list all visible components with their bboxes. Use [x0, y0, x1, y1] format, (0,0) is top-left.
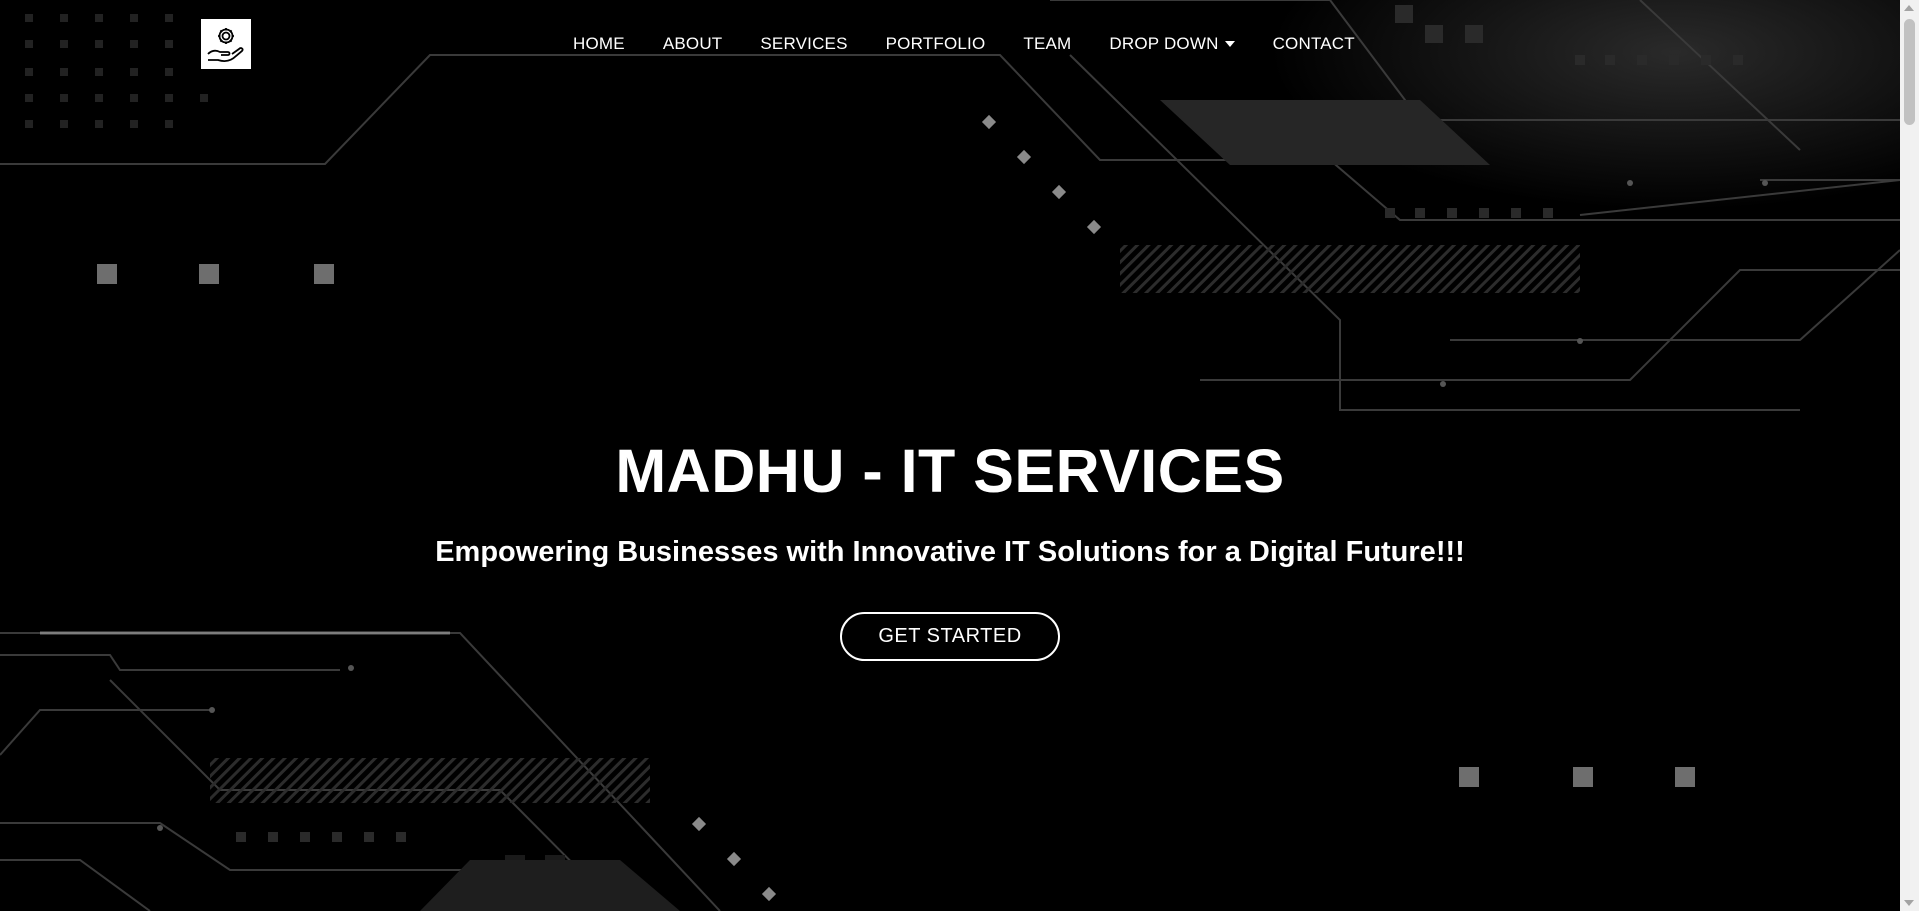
nav-services[interactable]: SERVICES — [760, 34, 847, 54]
scroll-down-arrow-icon[interactable] — [1904, 900, 1914, 906]
get-started-button[interactable]: GET STARTED — [840, 611, 1060, 661]
chevron-down-icon — [1224, 41, 1235, 47]
nav-about-label: ABOUT — [662, 34, 723, 53]
nav-portfolio[interactable]: PORTFOLIO — [886, 34, 986, 54]
gear-in-hand-icon — [207, 28, 244, 63]
hero-subtitle: Empowering Businesses with Innovative IT… — [435, 536, 1465, 569]
cta-wrapper: GET STARTED — [0, 611, 1900, 661]
page: HOME ABOUT SERVICES PORTFOLIO TEAM DROP … — [0, 0, 1919, 911]
nav-contact[interactable]: CONTACT — [1273, 34, 1355, 54]
vertical-scrollbar[interactable] — [1900, 0, 1919, 911]
hero-title: MADHU - IT SERVICES — [615, 437, 1285, 505]
nav-dropdown[interactable]: DROP DOWN — [1109, 34, 1235, 54]
hero-section: MADHU - IT SERVICES Empowering Businesse… — [0, 437, 1900, 661]
nav-portfolio-label: PORTFOLIO — [885, 34, 986, 53]
scrollbar-thumb[interactable] — [1904, 19, 1915, 125]
nav-home[interactable]: HOME — [573, 34, 625, 54]
nav-dropdown-label: DROP DOWN — [1109, 34, 1219, 53]
nav-home-label: HOME — [573, 34, 625, 53]
nav-team[interactable]: TEAM — [1023, 34, 1071, 54]
scroll-up-arrow-icon[interactable] — [1904, 5, 1914, 11]
nav-contact-label: CONTACT — [1272, 34, 1355, 53]
site-logo[interactable] — [201, 19, 251, 69]
nav-team-label: TEAM — [1023, 34, 1072, 53]
nav-services-label: SERVICES — [760, 34, 848, 53]
main-nav: HOME ABOUT SERVICES PORTFOLIO TEAM DROP … — [573, 34, 1355, 54]
nav-about[interactable]: ABOUT — [663, 34, 723, 54]
